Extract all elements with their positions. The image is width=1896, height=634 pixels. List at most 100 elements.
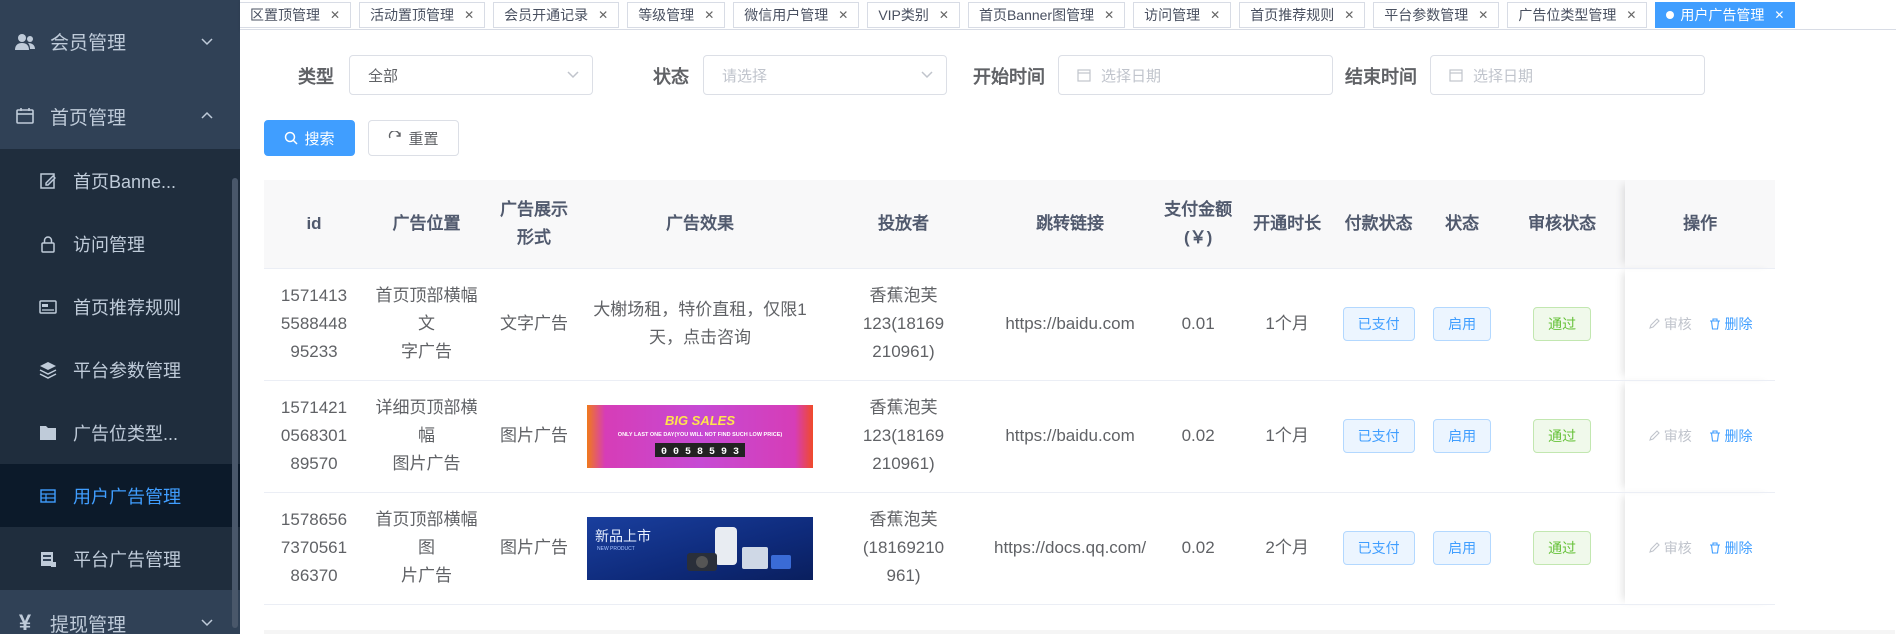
tag-item[interactable]: 首页推荐规则 ✕ (1239, 1, 1366, 28)
col-header-effect: 广告效果 (579, 180, 821, 269)
refresh-icon (389, 131, 402, 139)
close-icon[interactable]: ✕ (330, 8, 340, 22)
big-sales-banner-image: BIG SALES ONLY LAST ONE DAY(YOU WILL NOT… (587, 404, 813, 468)
delete-label: 删除 (1724, 427, 1753, 444)
close-icon[interactable]: ✕ (1104, 8, 1114, 22)
status-label: 状态 (653, 67, 689, 87)
cell-status: 启用 (1425, 268, 1500, 381)
sidebar-item-label: 用户广告管理 (73, 486, 181, 507)
end-date-picker[interactable]: 选择日期 (1430, 55, 1705, 95)
reset-button[interactable]: 重置 (368, 120, 459, 156)
close-icon[interactable]: ✕ (1210, 8, 1220, 22)
tag-item[interactable]: 区置顶管理 ✕ (240, 1, 352, 28)
tag-item[interactable]: 微信用户管理 ✕ (733, 1, 860, 28)
folder-icon (39, 424, 57, 442)
position-line: 片广告 (401, 566, 452, 585)
close-icon[interactable]: ✕ (838, 8, 848, 22)
tag-item-active[interactable]: 用户广告管理 ✕ (1655, 1, 1796, 28)
sidebar-item-label: 首页推荐规则 (73, 297, 181, 318)
sidebar-item-label: 平台参数管理 (73, 360, 181, 381)
status-select[interactable]: 请选择 (703, 55, 947, 95)
edit-icon (1648, 429, 1660, 441)
close-icon[interactable]: ✕ (464, 8, 474, 22)
sidebar-group-withdraw[interactable]: ¥ 提现管理 (0, 590, 240, 634)
cell-position: 首页顶部横幅文 字广告 (364, 268, 489, 381)
tag-item[interactable]: 活动置顶管理 ✕ (359, 1, 486, 28)
tag-label: 微信用户管理 (744, 6, 829, 23)
sidebar-item-user-ads[interactable]: 用户广告管理 (0, 464, 240, 527)
col-header-audit: 审核状态 (1499, 180, 1626, 269)
start-date-picker[interactable]: 选择日期 (1058, 55, 1333, 95)
header-line: (￥) (1183, 227, 1213, 247)
trash-icon (1709, 541, 1720, 554)
trash-icon (1709, 429, 1720, 442)
sidebar-item-platform-ads[interactable]: 平台广告管理 (0, 527, 240, 590)
end-date-placeholder: 选择日期 (1473, 67, 1534, 85)
sidebar-item-adtype[interactable]: 广告位类型... (0, 401, 240, 464)
banner-title: BIG SALES (665, 413, 735, 428)
cell-link: https://baidu.com (986, 380, 1155, 493)
sidebar-group-label: 首页管理 (50, 107, 127, 129)
cell-pay-status: 已支付 (1332, 492, 1426, 605)
table-horizontal-scrollbar[interactable] (264, 630, 1895, 634)
sidebar-item-banner[interactable]: 首页Banne... (0, 149, 240, 212)
cell-pay-status: 已支付 (1332, 380, 1426, 493)
col-header-status: 状态 (1425, 180, 1500, 269)
sidebar-item-visit[interactable]: 访问管理 (0, 212, 240, 275)
id-line: 86370 (290, 566, 338, 585)
close-icon[interactable]: ✕ (598, 8, 608, 22)
audit-button[interactable]: 审核 (1648, 534, 1692, 562)
publisher-line: 210961) (872, 342, 935, 361)
cell-ops: 审核 删除 (1625, 268, 1776, 381)
col-header-publisher: 投放者 (821, 180, 986, 269)
cell-link: https://docs.qq.com/ (986, 492, 1155, 605)
audit-button[interactable]: 审核 (1648, 422, 1692, 450)
col-header-position: 广告位置 (364, 180, 489, 269)
cell-id: 1571413 5588448 95233 (264, 268, 364, 381)
sidebar-item-params[interactable]: 平台参数管理 (0, 338, 240, 401)
close-icon[interactable]: ✕ (1774, 8, 1784, 22)
search-button[interactable]: 搜索 (264, 120, 355, 156)
product-speaker-shape (715, 526, 737, 565)
table-row: 1571421 0568301 89570 详细页顶部横幅图片广告 图片广告 (264, 380, 1776, 493)
delete-button[interactable]: 删除 (1709, 310, 1753, 338)
sidebar-item-recommend[interactable]: 首页推荐规则 (0, 275, 240, 338)
search-icon (285, 131, 299, 145)
table-row: 1571413 5588448 95233 首页顶部横幅文 字广告 文字广告 大榭场租… (264, 268, 1776, 381)
col-header-pay-status: 付款状态 (1332, 180, 1426, 269)
cell-ops: 审核 删除 (1625, 380, 1776, 493)
search-button-label: 搜索 (304, 130, 335, 148)
header-line: 支付金额 (1164, 199, 1233, 219)
delete-button[interactable]: 删除 (1709, 422, 1753, 450)
tag-item[interactable]: 访问管理 ✕ (1133, 1, 1232, 28)
tag-item[interactable]: 广告位类型管理 ✕ (1507, 1, 1648, 28)
type-select[interactable]: 全部 (349, 55, 593, 95)
chevron-up-icon (201, 111, 213, 119)
close-icon[interactable]: ✕ (704, 8, 714, 22)
close-icon[interactable]: ✕ (939, 8, 949, 22)
delete-button[interactable]: 删除 (1709, 534, 1753, 562)
col-header-display: 广告展示 形式 (489, 180, 579, 269)
cell-audit: 通过 (1499, 268, 1626, 381)
sidebar-group-members[interactable]: 会员管理 (0, 0, 240, 83)
calendar-icon (14, 105, 36, 127)
tag-item[interactable]: 平台参数管理 ✕ (1373, 1, 1500, 28)
id-line: 89570 (290, 454, 338, 473)
audit-button[interactable]: 审核 (1648, 310, 1692, 338)
close-icon[interactable]: ✕ (1626, 8, 1636, 22)
tag-item[interactable]: 首页Banner图管理 ✕ (967, 1, 1126, 28)
sidebar-scrollbar[interactable] (232, 178, 238, 628)
close-icon[interactable]: ✕ (1344, 8, 1354, 22)
calendar-icon (1077, 69, 1091, 82)
product-phone-shape (771, 554, 791, 569)
tag-item[interactable]: 等级管理 ✕ (627, 1, 726, 28)
close-icon[interactable]: ✕ (1478, 8, 1488, 22)
banner-subtitle: ONLY LAST ONE DAY(YOU WILL NOT FIND SUCH… (618, 432, 783, 438)
pay-status-badge: 已支付 (1342, 419, 1415, 453)
position-line: 图片广告 (392, 454, 461, 473)
tag-label: 首页Banner图管理 (978, 6, 1095, 23)
tag-item[interactable]: 会员开通记录 ✕ (493, 1, 620, 28)
col-header-id: id (264, 180, 364, 269)
sidebar-group-home[interactable]: 首页管理 (0, 83, 240, 149)
tag-item[interactable]: VIP类别 ✕ (867, 1, 960, 28)
